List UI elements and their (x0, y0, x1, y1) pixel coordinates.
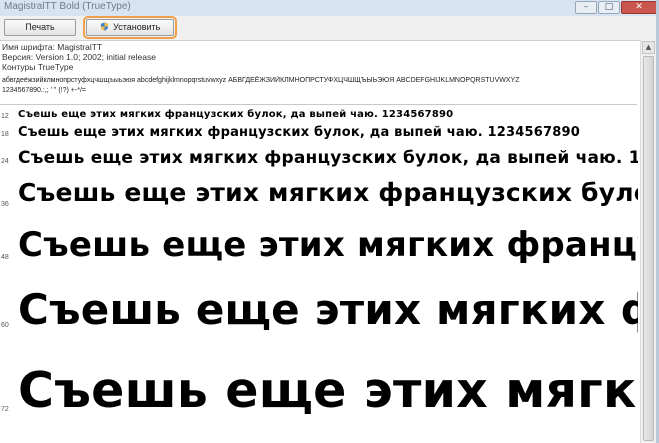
install-button[interactable]: Установить (83, 16, 177, 39)
vertical-scrollbar[interactable]: ▲ (640, 40, 656, 443)
sample-row-36: 36 Съешь еще этих мягких французских бул… (0, 176, 638, 222)
divider (0, 104, 637, 105)
size-label: 24 (1, 158, 9, 165)
sample-text: Съешь еще этих мягких французских булок,… (18, 362, 638, 419)
sample-text: Съешь еще этих мягких французских булок,… (18, 148, 638, 168)
print-button-label: Печать (25, 22, 55, 32)
sample-row-72: 72 Съешь еще этих мягких французских бул… (0, 356, 638, 443)
minimize-button[interactable]: – (575, 1, 597, 14)
sample-row-48: 48 Съешь еще этих мягких французских бул… (0, 222, 638, 284)
size-label: 36 (1, 201, 9, 208)
size-label: 60 (1, 322, 9, 329)
charset-letters: абвгдеёжзийклмнопрстуфхцчшщъыьэюя abcdef… (2, 77, 520, 84)
install-button-label: Установить (113, 22, 161, 32)
size-label: 72 (1, 406, 9, 413)
sample-text: Съешь еще этих мягких французских булок,… (18, 285, 638, 334)
maximize-button[interactable]: □ (598, 1, 620, 14)
window-title: MagistralTT Bold (TrueType) (4, 1, 131, 12)
font-info: Имя шрифта: MagistralTT Версия: Version … (2, 42, 156, 72)
sample-text: Съешь еще этих мягких французских булок,… (18, 125, 581, 140)
shield-icon (100, 22, 108, 31)
sample-text: Съешь еще этих мягких французских булок,… (18, 109, 454, 120)
character-set: абвгдеёжзийклмнопрстуфхцчшщъыьэюя abcdef… (2, 76, 637, 95)
size-label: 18 (1, 131, 9, 138)
size-label: 12 (1, 113, 9, 120)
sample-row-60: 60 Съешь еще этих мягких французских бул… (0, 282, 638, 360)
font-version-line: Версия: Version 1.0; 2002; initial relea… (2, 52, 156, 62)
scrollbar-thumb[interactable] (643, 56, 654, 441)
font-outlines-line: Контуры TrueType (2, 62, 74, 72)
title-bar: MagistralTT Bold (TrueType) – □ ✕ (0, 0, 659, 17)
sample-row-18: 18 Съешь еще этих мягких французских бул… (0, 123, 638, 145)
font-name-line: Имя шрифта: MagistralTT (2, 42, 103, 52)
sample-row-24: 24 Съешь еще этих мягких французских бул… (0, 146, 638, 174)
toolbar: Печать Установить (0, 16, 659, 41)
scroll-up-icon[interactable]: ▲ (642, 41, 655, 54)
close-button[interactable]: ✕ (621, 1, 657, 14)
charset-digits: 1234567890.:,; ' " (!?) +-*/= (2, 86, 86, 94)
print-button[interactable]: Печать (4, 19, 76, 36)
size-label: 48 (1, 254, 9, 261)
sample-text: Съешь еще этих мягких французских булок,… (18, 178, 638, 207)
sample-text: Съешь еще этих мягких французских булок,… (18, 225, 638, 265)
